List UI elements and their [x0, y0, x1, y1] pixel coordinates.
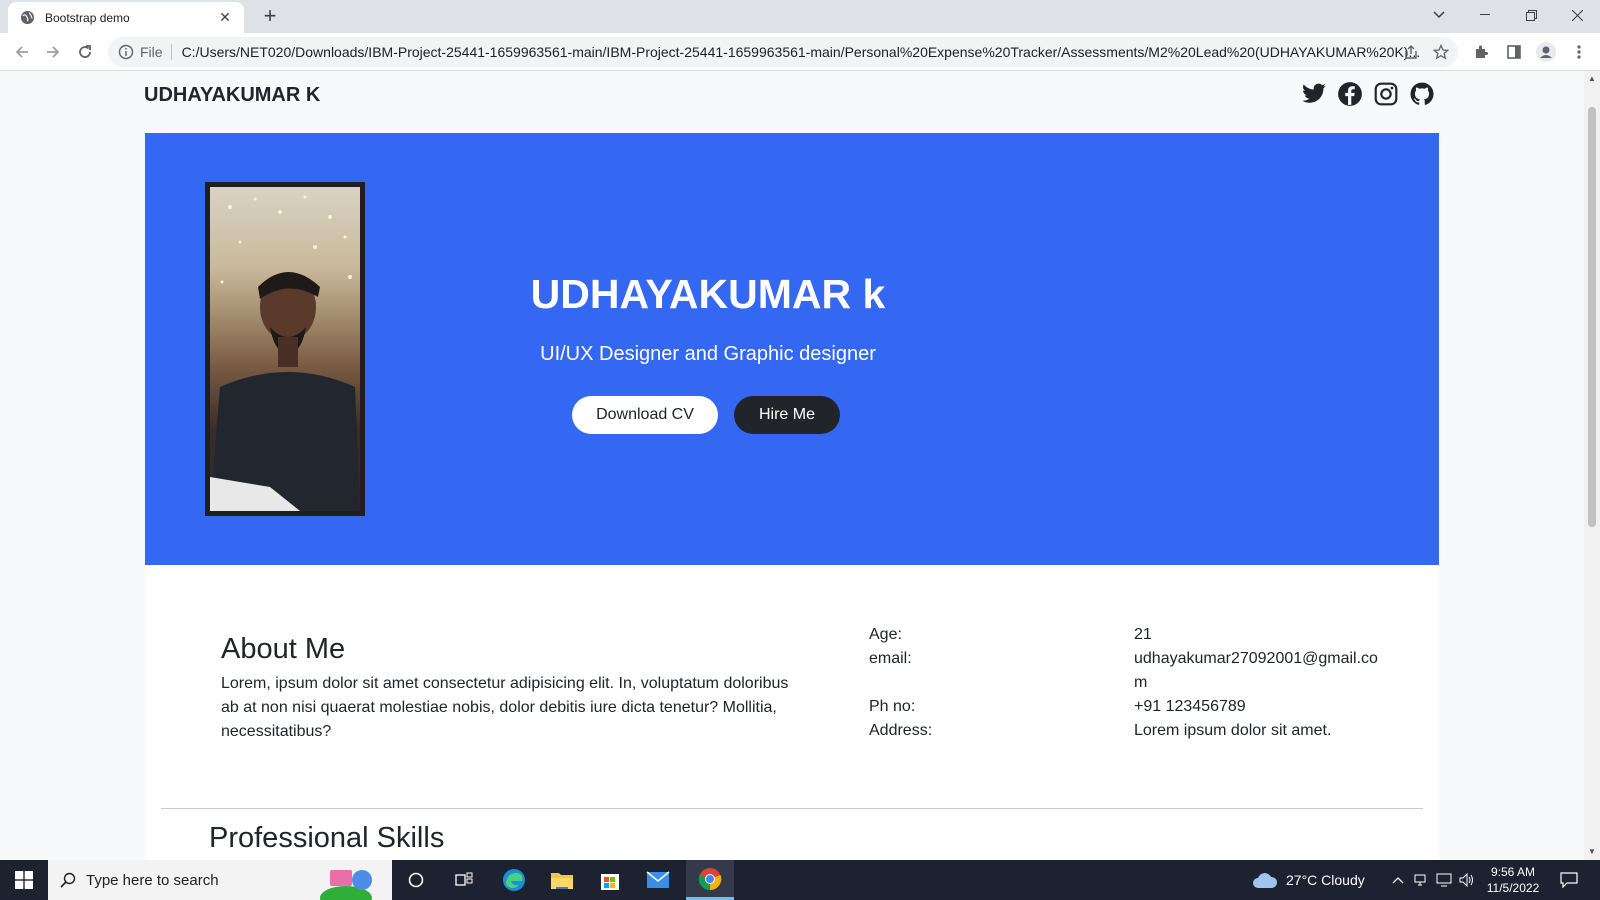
weather-text: 27°C Cloudy	[1286, 872, 1365, 888]
about-title: About Me	[221, 633, 346, 665]
phone-label: Ph no:	[869, 698, 916, 715]
search-highlight-icon	[320, 870, 372, 900]
github-icon[interactable]	[1409, 81, 1435, 107]
file-scheme-label: File	[140, 44, 163, 60]
restore-button[interactable]	[1508, 0, 1554, 30]
facebook-icon[interactable]	[1337, 81, 1363, 107]
cortana-circle-icon[interactable]	[392, 860, 440, 900]
omnibox-divider	[170, 44, 172, 60]
bookmark-star-icon[interactable]	[1430, 41, 1452, 63]
globe-icon	[20, 10, 35, 25]
minimize-button[interactable]	[1462, 0, 1508, 30]
tab-search-chevron-icon[interactable]	[1416, 0, 1462, 30]
tab-title: Bootstrap demo	[45, 10, 130, 25]
page-viewport: UDHAYAKUMAR K UDHAYAKUMAR k UI/UX Design…	[0, 71, 1584, 860]
file-explorer-icon[interactable]	[538, 860, 586, 900]
task-view-icon[interactable]	[440, 860, 488, 900]
section-divider	[161, 808, 1423, 809]
scroll-up-arrow-icon[interactable]: ▲	[1588, 75, 1596, 83]
windows-taskbar: Type here to search 27°C Cloudy 9:56 AM …	[0, 860, 1600, 900]
mail-icon[interactable]	[634, 860, 682, 900]
extensions-puzzle-icon[interactable]	[1470, 41, 1492, 63]
share-icon[interactable]	[1400, 41, 1422, 63]
windows-start-button[interactable]	[0, 860, 48, 900]
download-cv-button[interactable]: Download CV	[572, 396, 718, 434]
taskbar-clock[interactable]: 9:56 AM 11/5/2022	[1478, 864, 1548, 896]
browser-toolbar: File C:/Users/NET020/Downloads/IBM-Proje…	[0, 33, 1600, 71]
clock-time: 9:56 AM	[1490, 865, 1536, 879]
hero-section: UDHAYAKUMAR k UI/UX Designer and Graphic…	[145, 133, 1439, 565]
search-placeholder: Type here to search	[86, 871, 219, 889]
weather-widget[interactable]: 27°C Cloudy	[1252, 860, 1365, 900]
instagram-icon[interactable]	[1373, 81, 1399, 107]
browser-menu-icon[interactable]	[1568, 41, 1590, 63]
age-label: Age:	[869, 626, 902, 643]
notification-center-icon[interactable]	[1560, 860, 1578, 900]
site-brand[interactable]: UDHAYAKUMAR K	[144, 84, 320, 107]
address-value: Lorem ipsum dolor sit amet.	[1134, 722, 1332, 739]
scroll-thumb[interactable]	[1588, 107, 1596, 527]
browser-tab-strip: Bootstrap demo ✕ +	[0, 0, 1600, 33]
info-icon[interactable]	[118, 44, 134, 60]
microsoft-store-icon[interactable]	[586, 860, 634, 900]
side-panel-icon[interactable]	[1503, 41, 1525, 63]
hero-role: UI/UX Designer and Graphic designer	[540, 343, 876, 365]
clock-date: 11/5/2022	[1486, 881, 1540, 895]
taskbar-search-box[interactable]: Type here to search	[48, 860, 392, 900]
page-scrollbar[interactable]: ▲ ▼	[1584, 71, 1600, 860]
cloud-icon	[1253, 873, 1278, 888]
reload-icon[interactable]	[73, 40, 97, 64]
email-value: udhayakumar27092001@gmail.com	[1134, 650, 1378, 691]
show-hidden-icons-chevron-icon[interactable]	[1392, 860, 1404, 900]
url-text[interactable]: C:/Users/NET020/Downloads/IBM-Project-25…	[182, 44, 1458, 60]
about-section: About Me Lorem, ipsum dolor sit amet con…	[145, 565, 1439, 860]
twitter-icon[interactable]	[1301, 81, 1327, 107]
profile-avatar-icon[interactable]	[1535, 41, 1557, 63]
close-window-button[interactable]	[1554, 0, 1600, 30]
windows-logo-icon	[15, 871, 33, 889]
search-icon	[60, 872, 76, 888]
skills-title: Professional Skills	[209, 822, 445, 854]
age-value: 21	[1134, 626, 1152, 643]
browser-tab[interactable]: Bootstrap demo ✕	[8, 2, 244, 33]
address-label: Address:	[869, 722, 933, 739]
volume-icon[interactable]	[1459, 860, 1475, 900]
back-arrow-icon[interactable]	[10, 40, 34, 64]
close-tab-icon[interactable]: ✕	[216, 9, 234, 26]
hire-me-button[interactable]: Hire Me	[734, 396, 840, 434]
new-tab-button[interactable]: +	[258, 4, 282, 28]
phone-value: +91 123456789	[1134, 698, 1246, 715]
monitor-icon[interactable]	[1436, 860, 1452, 900]
hero-name: UDHAYAKUMAR k	[530, 271, 886, 317]
address-bar[interactable]: File C:/Users/NET020/Downloads/IBM-Proje…	[108, 37, 1458, 67]
forward-arrow-icon[interactable]	[41, 40, 65, 64]
edge-browser-icon[interactable]	[490, 860, 538, 900]
about-text: Lorem, ipsum dolor sit amet consectetur …	[221, 675, 789, 740]
scroll-down-arrow-icon[interactable]: ▼	[1588, 848, 1596, 856]
chrome-browser-icon[interactable]	[686, 860, 734, 900]
network-icon[interactable]	[1413, 860, 1427, 900]
email-label: email:	[869, 650, 912, 667]
